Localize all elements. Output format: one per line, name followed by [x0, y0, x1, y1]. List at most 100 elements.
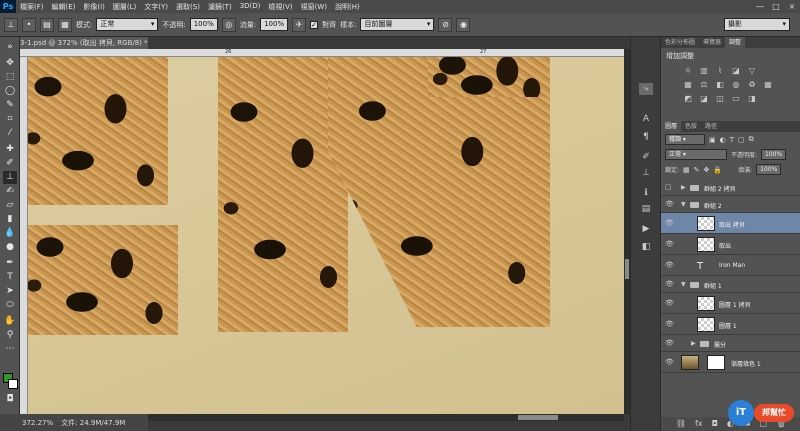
channel-mixer-icon[interactable]: ♻ [747, 80, 757, 90]
layer-row[interactable]: 👁 取出 [661, 234, 800, 255]
blur-tool-icon[interactable]: 💧 [3, 227, 17, 240]
pressure-opacity-icon[interactable]: ◎ [221, 17, 236, 32]
maximize-button[interactable]: □ [768, 0, 784, 13]
document-canvas[interactable] [28, 57, 624, 414]
color-balance-icon[interactable]: ⚖ [699, 80, 709, 90]
lasso-tool-icon[interactable]: ◯ [3, 85, 17, 98]
posterize-icon[interactable]: ◪ [699, 94, 709, 104]
layer-row[interactable]: ▢ ▶ 群組 2 拷貝 [661, 179, 800, 196]
layer-row[interactable]: 👁 漸層填色 1 [661, 352, 800, 373]
selective-color-icon[interactable]: ◨ [747, 94, 757, 104]
opacity-input[interactable]: 100% [189, 18, 218, 31]
layer-row[interactable]: 👁 ▼ 群組 1 [661, 276, 800, 293]
gradient-tool-icon[interactable]: ▮ [3, 213, 17, 226]
color-lookup-icon[interactable]: ▦ [763, 80, 773, 90]
eye-icon[interactable]: 👁 [665, 320, 674, 328]
history-brush-tool-icon[interactable]: ✍ [3, 185, 17, 198]
character-panel-icon[interactable]: A [639, 113, 653, 125]
dodge-tool-icon[interactable]: ● [3, 241, 17, 254]
layer-row[interactable]: 👁 T Iron Man [661, 255, 800, 276]
eye-icon[interactable]: 👁 [665, 358, 674, 366]
filter-smart-icon[interactable]: ⧉ [749, 135, 754, 144]
document-tab[interactable]: 3-1.psd @ 372% (取出 拷貝, RGB/8) *× [18, 37, 148, 49]
sample-select[interactable]: 目前圖層 ▾ [360, 18, 435, 31]
scroll-thumb[interactable] [518, 415, 558, 420]
exposure-icon[interactable]: ◪ [731, 66, 741, 76]
layer-row[interactable]: 👁 圖層 1 [661, 314, 800, 335]
hue-saturation-icon[interactable]: ▦ [683, 80, 693, 90]
healing-brush-tool-icon[interactable]: ✚ [3, 143, 17, 156]
layer-mask-thumbnail[interactable] [707, 354, 725, 370]
scroll-thumb[interactable] [625, 259, 629, 279]
layer-row[interactable]: 👁 圖層 1 拷貝 [661, 293, 800, 314]
crop-tool-icon[interactable]: ⌗ [3, 113, 17, 126]
eye-icon[interactable]: 👁 [665, 339, 674, 347]
chevron-right-icon[interactable]: ▶ [681, 184, 686, 191]
tab-histogram[interactable]: 色彩分佈圖 [661, 37, 699, 48]
clone-source-icon[interactable]: ▦ [58, 17, 72, 32]
marquee-tool-icon[interactable]: ⬚ [3, 71, 17, 84]
type-tool-icon[interactable]: T [3, 271, 17, 284]
menu-item[interactable]: 選取(S) [172, 2, 204, 12]
link-layers-icon[interactable]: ⛓ [676, 417, 686, 431]
layer-row[interactable]: 👁 ▼ 群組 2 [661, 196, 800, 213]
styles-panel-icon[interactable]: ◧ [639, 241, 653, 253]
layer-filter-select[interactable]: 種類 ▾ [665, 134, 705, 145]
hidden-eye-icon[interactable]: ▢ [665, 183, 672, 191]
chevron-right-icon[interactable]: ▶ [691, 340, 696, 347]
more-tools-icon[interactable]: ⋯ [3, 343, 17, 356]
lock-transparent-icon[interactable]: ▦ [683, 166, 690, 174]
eye-icon[interactable]: 👁 [665, 299, 674, 307]
menu-item[interactable]: 檢視(V) [264, 2, 296, 12]
path-selection-tool-icon[interactable]: ➤ [3, 285, 17, 298]
menu-item[interactable]: 視窗(W) [297, 2, 331, 12]
filter-adjust-icon[interactable]: ◐ [720, 136, 726, 144]
collapse-toolbox-icon[interactable]: » [3, 41, 17, 54]
vibrance-icon[interactable]: ▽ [747, 66, 757, 76]
zoom-level[interactable]: 372.27% [22, 419, 53, 427]
layer-style-icon[interactable]: fx [695, 417, 703, 431]
eye-icon[interactable]: 👁 [665, 219, 674, 227]
tab-paths[interactable]: 路徑 [701, 121, 721, 132]
black-white-icon[interactable]: ◧ [715, 80, 725, 90]
levels-icon[interactable]: ▥ [699, 66, 709, 76]
filter-shape-icon[interactable]: ▢ [738, 136, 745, 144]
chevron-down-icon[interactable]: ▼ [681, 281, 686, 288]
zoom-tool-icon[interactable]: ⚲ [3, 329, 17, 342]
menu-item[interactable]: 3D(D) [236, 2, 265, 12]
blend-mode-select[interactable]: 正常 ▾ [665, 149, 727, 160]
gradient-map-icon[interactable]: ▭ [731, 94, 741, 104]
brush-panel-icon[interactable]: ▤ [40, 17, 54, 32]
menu-item[interactable]: 文字(Y) [140, 2, 172, 12]
properties-panel-icon[interactable]: ▤ [639, 203, 653, 215]
menu-item[interactable]: 檔案(F) [16, 2, 48, 12]
menu-item[interactable]: 編輯(E) [48, 2, 80, 12]
history-panel-icon[interactable]: ⤷ [639, 83, 653, 95]
info-panel-icon[interactable]: ℹ [639, 187, 653, 199]
eye-icon[interactable]: 👁 [665, 240, 674, 248]
close-button[interactable]: × [784, 0, 800, 13]
add-mask-icon[interactable]: ◘ [712, 417, 718, 431]
menu-item[interactable]: 圖層(L) [109, 2, 140, 12]
brightness-icon[interactable]: ☼ [683, 66, 693, 76]
filter-type-icon[interactable]: T [730, 136, 734, 144]
eye-icon[interactable]: 👁 [665, 261, 674, 269]
lock-move-icon[interactable]: ✥ [704, 166, 710, 174]
paragraph-panel-icon[interactable]: ¶ [639, 131, 653, 143]
background-color-swatch[interactable] [8, 379, 18, 389]
filter-pixel-icon[interactable]: ▣ [709, 136, 716, 144]
tab-navigator[interactable]: 導覽器 [699, 37, 725, 48]
threshold-icon[interactable]: ◫ [715, 94, 725, 104]
eraser-tool-icon[interactable]: ▱ [3, 199, 17, 212]
minimize-button[interactable]: — [752, 0, 768, 13]
flow-input[interactable]: 100% [260, 18, 289, 31]
photo-filter-icon[interactable]: ◍ [731, 80, 741, 90]
clone-stamp-tool-icon[interactable]: ⊥ [4, 17, 18, 32]
hand-tool-icon[interactable]: ✋ [3, 315, 17, 328]
tab-channels[interactable]: 色版 [681, 121, 701, 132]
layer-row[interactable]: 👁 ▶ 屬分 [661, 335, 800, 352]
lock-all-icon[interactable]: 🔒 [713, 166, 722, 174]
actions-panel-icon[interactable]: ▶ [639, 223, 653, 235]
pressure-size-icon[interactable]: ◉ [456, 17, 471, 32]
eye-icon[interactable]: 👁 [665, 200, 674, 208]
